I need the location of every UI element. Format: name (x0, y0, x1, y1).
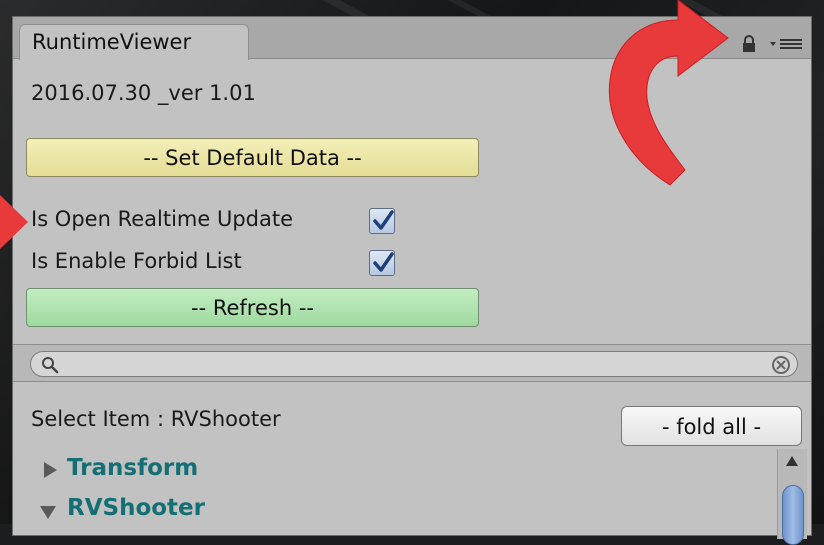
clear-icon[interactable] (771, 355, 791, 375)
search-input[interactable] (65, 354, 755, 374)
selected-item-label: Select Item : RVShooter (31, 407, 281, 431)
tree-arrow-right-icon[interactable] (41, 461, 59, 479)
option-label-realtime-update: Is Open Realtime Update (31, 207, 294, 231)
tree-arrow-down-icon[interactable] (39, 503, 57, 521)
annotation-arrow-left (0, 195, 28, 249)
scroll-thumb[interactable] (782, 485, 804, 545)
scroll-up-icon[interactable] (785, 455, 799, 467)
search-icon (42, 357, 59, 374)
set-default-data-button[interactable]: -- Set Default Data -- (26, 138, 479, 177)
tree-item-rvshooter[interactable]: RVShooter (67, 495, 205, 521)
forbid-list-checkbox[interactable] (369, 250, 395, 276)
search-field[interactable] (30, 351, 798, 377)
checkmark-icon (373, 210, 394, 230)
vertical-scrollbar[interactable] (777, 449, 807, 545)
refresh-button[interactable]: -- Refresh -- (26, 288, 479, 327)
lock-icon[interactable] (741, 35, 757, 52)
annotation-curved-arrow (608, 0, 729, 186)
version-label: 2016.07.30 _ver 1.01 (31, 81, 256, 105)
realtime-update-checkbox[interactable] (369, 208, 395, 234)
tree-item-transform[interactable]: Transform (67, 455, 198, 481)
tab-runtime-viewer[interactable]: RuntimeViewer (19, 24, 249, 60)
menu-icon[interactable] (769, 37, 805, 51)
checkmark-icon (373, 252, 394, 272)
search-bar (13, 344, 811, 382)
fold-all-button[interactable]: - fold all - (621, 406, 802, 446)
option-label-forbid-list: Is Enable Forbid List (31, 249, 242, 273)
